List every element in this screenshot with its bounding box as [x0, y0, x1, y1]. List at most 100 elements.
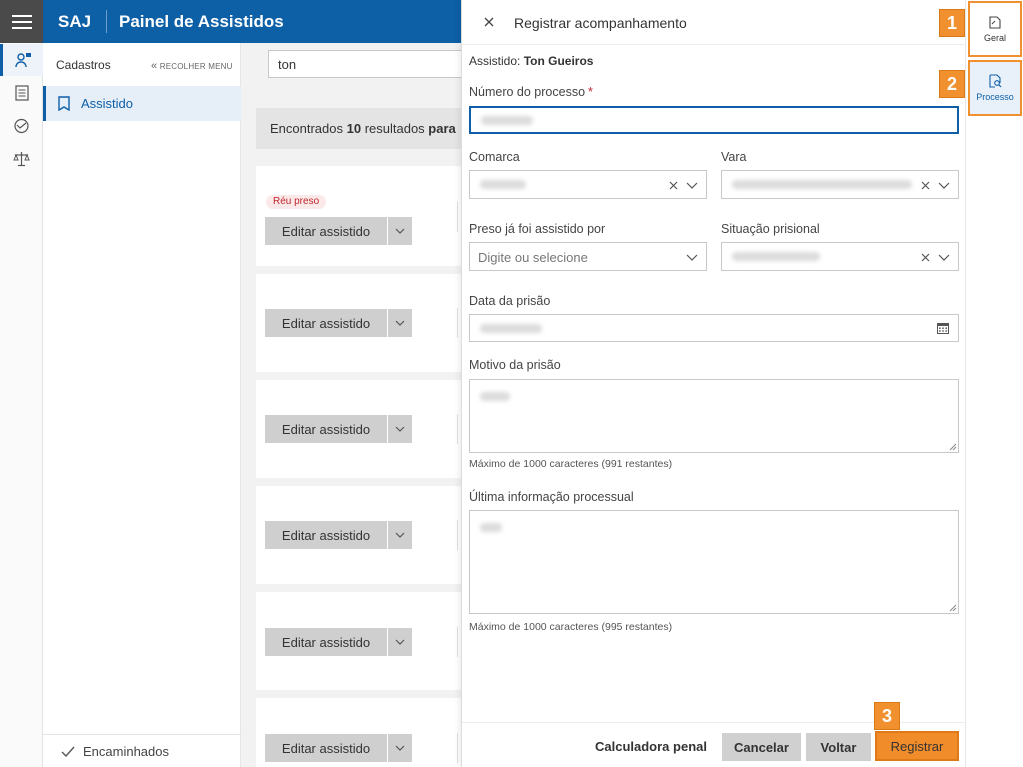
card-separator: [457, 414, 458, 444]
edit-assistido-button[interactable]: Editar assistido: [265, 628, 387, 656]
clear-icon[interactable]: [669, 181, 678, 190]
result-card: Editar assistido: [256, 380, 466, 478]
menu-item-assistido[interactable]: Assistido: [43, 86, 241, 121]
comarca-select[interactable]: [469, 170, 707, 199]
collapse-menu-label: RECOLHER MENU: [159, 62, 233, 71]
status-badge: Réu preso: [266, 195, 327, 209]
clear-icon[interactable]: [921, 253, 930, 262]
edit-dropdown-button[interactable]: [388, 628, 412, 656]
vara-controls: [921, 177, 950, 193]
rail-list-button[interactable]: [0, 77, 43, 109]
data-prisao-input[interactable]: [469, 314, 959, 342]
card-separator: [457, 202, 458, 232]
brand-logo: SAJ: [58, 11, 92, 31]
edit-assistido-button[interactable]: Editar assistido: [265, 521, 387, 549]
tab-geral[interactable]: Geral: [968, 1, 1022, 57]
motivo-textarea[interactable]: [469, 379, 959, 453]
menu-title: Cadastros: [56, 58, 111, 72]
chevron-down-icon[interactable]: [938, 182, 950, 189]
motivo-hint: Máximo de 1000 caracteres (991 restantes…: [469, 458, 673, 470]
calendar-icon[interactable]: [937, 322, 949, 334]
hamburger-menu-button[interactable]: [0, 0, 43, 43]
ultima-info-textarea[interactable]: [469, 510, 959, 614]
bookmark-icon: [58, 96, 70, 111]
tab-processo-label: Processo: [976, 92, 1014, 102]
numero-processo-label: Número do processo *: [469, 85, 593, 99]
check-icon: [61, 746, 75, 757]
edit-dropdown-button[interactable]: [388, 309, 412, 337]
users-icon: [15, 53, 31, 68]
ultima-info-hint: Máximo de 1000 caracteres (995 restantes…: [469, 621, 673, 633]
required-mark: *: [588, 85, 593, 99]
cancel-button[interactable]: Cancelar: [722, 733, 801, 761]
found-count: 10: [346, 121, 362, 136]
hamburger-icon: [11, 14, 32, 29]
step-1-badge: 1: [939, 9, 965, 37]
preso-select[interactable]: Digite ou selecione: [469, 242, 707, 271]
results-panel: ton Encontrados 10 resultados para Réu p…: [241, 43, 468, 767]
vara-select[interactable]: [721, 170, 959, 199]
edit-assistido-button[interactable]: Editar assistido: [265, 734, 387, 762]
found-suffix: para: [428, 121, 456, 136]
chevron-down-icon[interactable]: [686, 254, 698, 261]
comarca-label: Comarca: [469, 150, 520, 164]
edit-assistido-button[interactable]: Editar assistido: [265, 217, 387, 245]
tab-geral-label: Geral: [983, 32, 1006, 43]
chevron-down-icon: [395, 320, 405, 326]
drawer-header: Registrar acompanhamento: [462, 0, 966, 45]
chevron-down-icon[interactable]: [686, 182, 698, 189]
redacted-value: [480, 180, 526, 189]
edit-dropdown-button[interactable]: [388, 217, 412, 245]
chevron-down-icon[interactable]: [938, 254, 950, 261]
menu-footer-label: Encaminhados: [83, 743, 169, 759]
redacted-value: [480, 523, 502, 532]
situacao-select[interactable]: [721, 242, 959, 271]
assistido-label: Assistido:: [469, 54, 521, 68]
edit-dropdown-button[interactable]: [388, 415, 412, 443]
result-card: Editar assistido: [256, 274, 466, 372]
clear-icon[interactable]: [921, 181, 930, 190]
card-separator: [457, 627, 458, 657]
edit-dropdown-button[interactable]: [388, 521, 412, 549]
right-tab-rail: Geral Processo: [965, 0, 1023, 767]
result-card: Editar assistido: [256, 486, 466, 584]
ultima-info-label: Última informação processual: [469, 490, 634, 504]
edit-assistido-button[interactable]: Editar assistido: [265, 415, 387, 443]
handshake-icon: [14, 118, 29, 134]
vara-label: Vara: [721, 150, 747, 164]
registrar-acompanhamento-drawer: Registrar acompanhamento Assistido: Ton …: [461, 0, 966, 767]
found-prefix: Encontrados: [270, 121, 347, 136]
edit-dropdown-button[interactable]: [388, 734, 412, 762]
chevron-down-icon: [395, 426, 405, 432]
rail-scales-button[interactable]: [0, 143, 43, 175]
close-icon: [484, 17, 494, 27]
cadastros-menu: Cadastros « RECOLHER MENU Assistido Enca…: [43, 43, 241, 767]
rail-assistidos-button[interactable]: [0, 44, 43, 76]
search-input[interactable]: ton: [268, 50, 468, 78]
registrar-button[interactable]: Registrar: [875, 731, 959, 761]
redacted-value: [480, 392, 510, 401]
result-card: Editar assistido: [256, 698, 466, 767]
app-title: Painel de Assistidos: [119, 11, 284, 31]
resize-handle-icon[interactable]: [949, 443, 957, 451]
collapse-menu-button[interactable]: « RECOLHER MENU: [151, 60, 233, 72]
close-drawer-button[interactable]: [481, 14, 497, 30]
rail-handshake-button[interactable]: [0, 110, 43, 142]
document-search-icon: [988, 74, 1001, 88]
brand-separator: [106, 10, 107, 33]
tab-processo[interactable]: Processo: [968, 60, 1022, 116]
found-mid: resultados: [361, 121, 429, 136]
chevron-down-icon: [395, 745, 405, 751]
situacao-label: Situação prisional: [721, 222, 820, 236]
edit-assistido-button[interactable]: Editar assistido: [265, 309, 387, 337]
calculadora-penal-button[interactable]: Calculadora penal: [595, 739, 707, 754]
step-3-badge: 3: [874, 702, 900, 730]
menu-item-encaminhados[interactable]: Encaminhados: [43, 734, 241, 767]
numero-processo-input[interactable]: [469, 106, 959, 134]
back-button[interactable]: Voltar: [806, 733, 871, 761]
chevron-down-icon: [395, 532, 405, 538]
menu-item-label: Assistido: [81, 96, 134, 111]
card-separator: [457, 733, 458, 763]
chevron-down-icon: [395, 639, 405, 645]
resize-handle-icon[interactable]: [949, 604, 957, 612]
